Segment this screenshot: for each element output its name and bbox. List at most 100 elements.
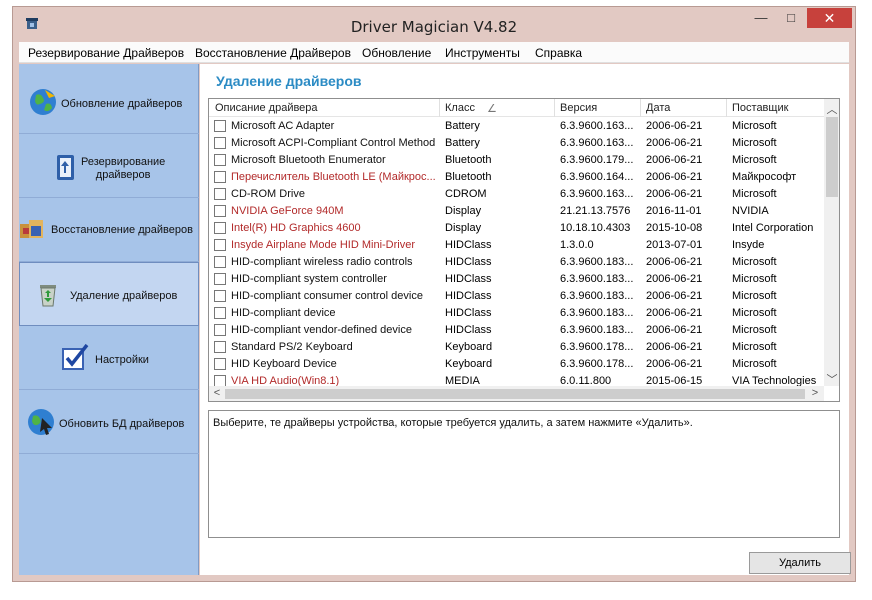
cell-date: 2006-06-21 (646, 137, 703, 149)
maximize-button[interactable]: □ (777, 8, 805, 28)
cell-version: 10.18.10.4303 (560, 222, 631, 234)
vertical-scrollbar[interactable]: ︿ ﹀ (824, 99, 839, 387)
row-checkbox[interactable] (214, 324, 226, 336)
close-button[interactable]: ✕ (807, 8, 852, 28)
table-row[interactable]: Intel(R) HD Graphics 4600 Display 10.18.10… (209, 220, 825, 237)
table-row[interactable]: Microsoft AC Adapter Battery 6.3.9600.163.… (209, 118, 825, 135)
scroll-up-icon[interactable]: ︿ (824, 101, 839, 117)
cell-description: Microsoft Bluetooth Enumerator (231, 154, 386, 166)
description-box: Выберите, те драйверы устройства, которы… (208, 410, 840, 538)
row-checkbox[interactable] (214, 171, 226, 183)
row-checkbox[interactable] (214, 120, 226, 132)
vertical-scroll-thumb[interactable] (826, 117, 838, 197)
cell-description: HID Keyboard Device (231, 358, 337, 370)
cell-vendor: Microsoft (732, 120, 777, 132)
row-checkbox[interactable] (214, 137, 226, 149)
scroll-right-icon[interactable]: > (807, 387, 823, 399)
cell-vendor: Microsoft (732, 307, 777, 319)
title-bar[interactable]: Driver Magician V4.82 — □ ✕ (13, 7, 855, 41)
scroll-down-icon[interactable]: ﹀ (824, 371, 839, 387)
globe-arrow-icon (28, 409, 54, 435)
sidebar-item-restore-drivers[interactable]: Восстановление драйверов (19, 198, 199, 262)
sidebar-label-settings: Настройки (95, 354, 149, 366)
column-header-description[interactable]: Описание драйвера (215, 102, 318, 114)
column-header-vendor[interactable]: Поставщик (732, 102, 788, 114)
cell-description: Standard PS/2 Keyboard (231, 341, 353, 353)
table-row[interactable]: HID Keyboard Device Keyboard 6.3.9600.178.… (209, 356, 825, 373)
sidebar-item-backup-drivers[interactable]: Резервирование драйверов (19, 134, 199, 198)
cell-vendor: Microsoft (732, 358, 777, 370)
cell-description: Microsoft AC Adapter (231, 120, 335, 132)
menu-backup-drivers[interactable]: Резервирование Драйверов (28, 46, 184, 60)
cell-vendor: Microsoft (732, 188, 777, 200)
row-checkbox[interactable] (214, 273, 226, 285)
cell-version: 6.3.9600.179... (560, 154, 634, 166)
driver-list: Описание драйвера Класс ∠ Версия Дата По… (208, 98, 840, 402)
cell-date: 2006-06-21 (646, 290, 703, 302)
menu-restore-drivers[interactable]: Восстановление Драйверов (195, 46, 351, 60)
table-row[interactable]: Standard PS/2 Keyboard Keyboard 6.3.9600.1… (209, 339, 825, 356)
column-header-version[interactable]: Версия (560, 102, 597, 114)
menu-update[interactable]: Обновление (362, 46, 431, 60)
cell-description: Перечислитель Bluetooth LE (Майкрос... (231, 171, 436, 183)
globe-update-icon (30, 89, 56, 115)
row-checkbox[interactable] (214, 256, 226, 268)
scroll-left-icon[interactable]: < (209, 387, 225, 399)
cell-version: 6.3.9600.178... (560, 358, 634, 370)
sidebar-item-update-db[interactable]: Обновить БД драйверов (19, 390, 199, 454)
cell-description: HID-compliant consumer control device (231, 290, 423, 302)
table-row[interactable]: Insyde Airplane Mode HID Mini-Driver HIDC… (209, 237, 825, 254)
table-row[interactable]: Перечислитель Bluetooth LE (Майкрос... Bl… (209, 169, 825, 186)
sidebar-label-backup-drivers: Резервирование драйверов (81, 156, 166, 181)
sidebar-item-settings[interactable]: Настройки (19, 326, 199, 390)
table-row[interactable]: HID-compliant device HIDClass 6.3.9600.183… (209, 305, 825, 322)
cell-class: HIDClass (445, 307, 492, 319)
row-checkbox[interactable] (214, 307, 226, 319)
cell-class: HIDClass (445, 324, 492, 336)
column-header-class[interactable]: Класс (445, 102, 475, 114)
sidebar-label-update-db: Обновить БД драйверов (59, 418, 185, 430)
menu-tools[interactable]: Инструменты (445, 46, 520, 60)
description-text: Выберите, те драйверы устройства, которы… (213, 417, 693, 429)
menu-help[interactable]: Справка (535, 46, 582, 60)
row-checkbox[interactable] (214, 188, 226, 200)
table-row[interactable]: Microsoft ACPI-Compliant Control Method … (209, 135, 825, 152)
sort-indicator-icon: ∠ (487, 103, 497, 115)
horizontal-scrollbar[interactable]: < > (209, 386, 824, 401)
cell-date: 2006-06-21 (646, 154, 703, 166)
table-row[interactable]: Microsoft Bluetooth Enumerator Bluetooth 6… (209, 152, 825, 169)
cell-vendor: Майкрософт (732, 171, 797, 183)
table-row[interactable]: NVIDIA GeForce 940M Display 21.21.13.7576 2… (209, 203, 825, 220)
row-checkbox[interactable] (214, 222, 226, 234)
row-checkbox[interactable] (214, 290, 226, 302)
cell-date: 2006-06-21 (646, 171, 703, 183)
cell-date: 2006-06-21 (646, 120, 703, 132)
cell-class: Bluetooth (445, 171, 492, 183)
table-row[interactable]: CD-ROM Drive CDROM 6.3.9600.163... 2006-06-… (209, 186, 825, 203)
cell-class: HIDClass (445, 239, 492, 251)
cell-version: 6.3.9600.183... (560, 290, 634, 302)
minimize-button[interactable]: — (747, 8, 775, 28)
column-header-date[interactable]: Дата (646, 102, 670, 114)
table-row[interactable]: HID-compliant wireless radio controls HID… (209, 254, 825, 271)
cell-version: 6.3.9600.183... (560, 256, 634, 268)
cell-class: Display (445, 222, 482, 234)
sidebar-item-update-drivers[interactable]: Обновление драйверов (19, 70, 199, 134)
cell-vendor: Insyde (732, 239, 765, 251)
sidebar-item-remove-drivers[interactable]: Удаление драйверов (19, 262, 199, 326)
page-title: Удаление драйверов (216, 73, 362, 89)
row-checkbox[interactable] (214, 205, 226, 217)
app-window: Driver Magician V4.82 — □ ✕ Резервирован… (12, 6, 856, 582)
row-checkbox[interactable] (214, 239, 226, 251)
cell-class: CDROM (445, 188, 487, 200)
backup-book-icon (57, 155, 74, 180)
horizontal-scroll-thumb[interactable] (225, 389, 805, 399)
row-checkbox[interactable] (214, 341, 226, 353)
table-row[interactable]: HID-compliant system controller HIDClass 6… (209, 271, 825, 288)
cell-date: 2006-06-21 (646, 256, 703, 268)
row-checkbox[interactable] (214, 358, 226, 370)
delete-button[interactable]: Удалить (749, 552, 851, 574)
table-row[interactable]: HID-compliant consumer control device HID… (209, 288, 825, 305)
row-checkbox[interactable] (214, 154, 226, 166)
table-row[interactable]: HID-compliant vendor-defined device HIDCl… (209, 322, 825, 339)
